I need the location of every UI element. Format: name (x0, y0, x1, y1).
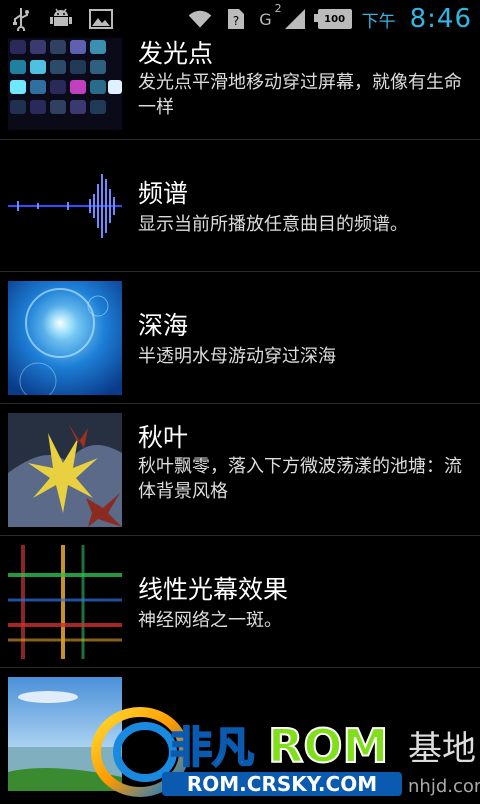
wallpaper-description: 神经网络之一斑。 (138, 610, 282, 631)
status-bar: ? G2 100 下午 8:46 (0, 0, 480, 38)
wallpaper-description: 半透明水母游动穿过深海 (138, 346, 336, 367)
battery-icon: 100 (313, 9, 352, 29)
wallpaper-thumbnail-spectrum (8, 149, 122, 263)
list-item[interactable] (0, 668, 480, 800)
wallpaper-description: 发光点平滑地移动穿过屏幕，就像有生命一样 (138, 72, 462, 118)
wallpaper-title: 频谱 (138, 179, 189, 208)
clock-ampm: 下午 (361, 11, 396, 32)
wallpaper-title: 线性光幕效果 (138, 575, 289, 604)
clock-time: 8:46 (409, 4, 472, 34)
unknown-sim-icon: ? (223, 6, 249, 32)
wallpaper-description: 秋叶飘零，落入下方微波荡漾的池塘：流体背景风格 (138, 456, 462, 502)
android-debug-icon (48, 6, 74, 32)
wallpaper-title: 深海 (138, 311, 189, 340)
list-item[interactable]: 频谱 显示当前所播放任意曲目的频谱。 (0, 140, 480, 272)
wallpaper-thumbnail-autumn-leaves (8, 413, 122, 527)
list-item[interactable]: 发光点 发光点平滑地移动穿过屏幕，就像有生命一样 (0, 18, 480, 140)
network-type: G2 (259, 1, 282, 29)
image-icon (88, 6, 114, 32)
wallpaper-thumbnail-deep-sea (8, 281, 122, 395)
wallpaper-thumbnail-landscape (8, 677, 122, 791)
wallpaper-title: 发光点 (138, 39, 214, 68)
live-wallpaper-list: 发光点 发光点平滑地移动穿过屏幕，就像有生命一样 频谱 显示当前所播放任意曲目的… (0, 18, 480, 800)
list-item[interactable]: 秋叶 秋叶飘零，落入下方微波荡漾的池塘：流体背景风格 (0, 404, 480, 536)
wallpaper-thumbnail-linear-light (8, 545, 122, 659)
usb-icon (8, 6, 34, 32)
signal-icon (282, 6, 308, 32)
wallpaper-description: 显示当前所播放任意曲目的频谱。 (138, 214, 408, 235)
wifi-icon (187, 6, 213, 32)
list-item[interactable]: 深海 半透明水母游动穿过深海 (0, 272, 480, 404)
svg-text:?: ? (233, 14, 239, 28)
list-item[interactable]: 线性光幕效果 神经网络之一斑。 (0, 536, 480, 668)
wallpaper-title: 秋叶 (138, 423, 189, 452)
